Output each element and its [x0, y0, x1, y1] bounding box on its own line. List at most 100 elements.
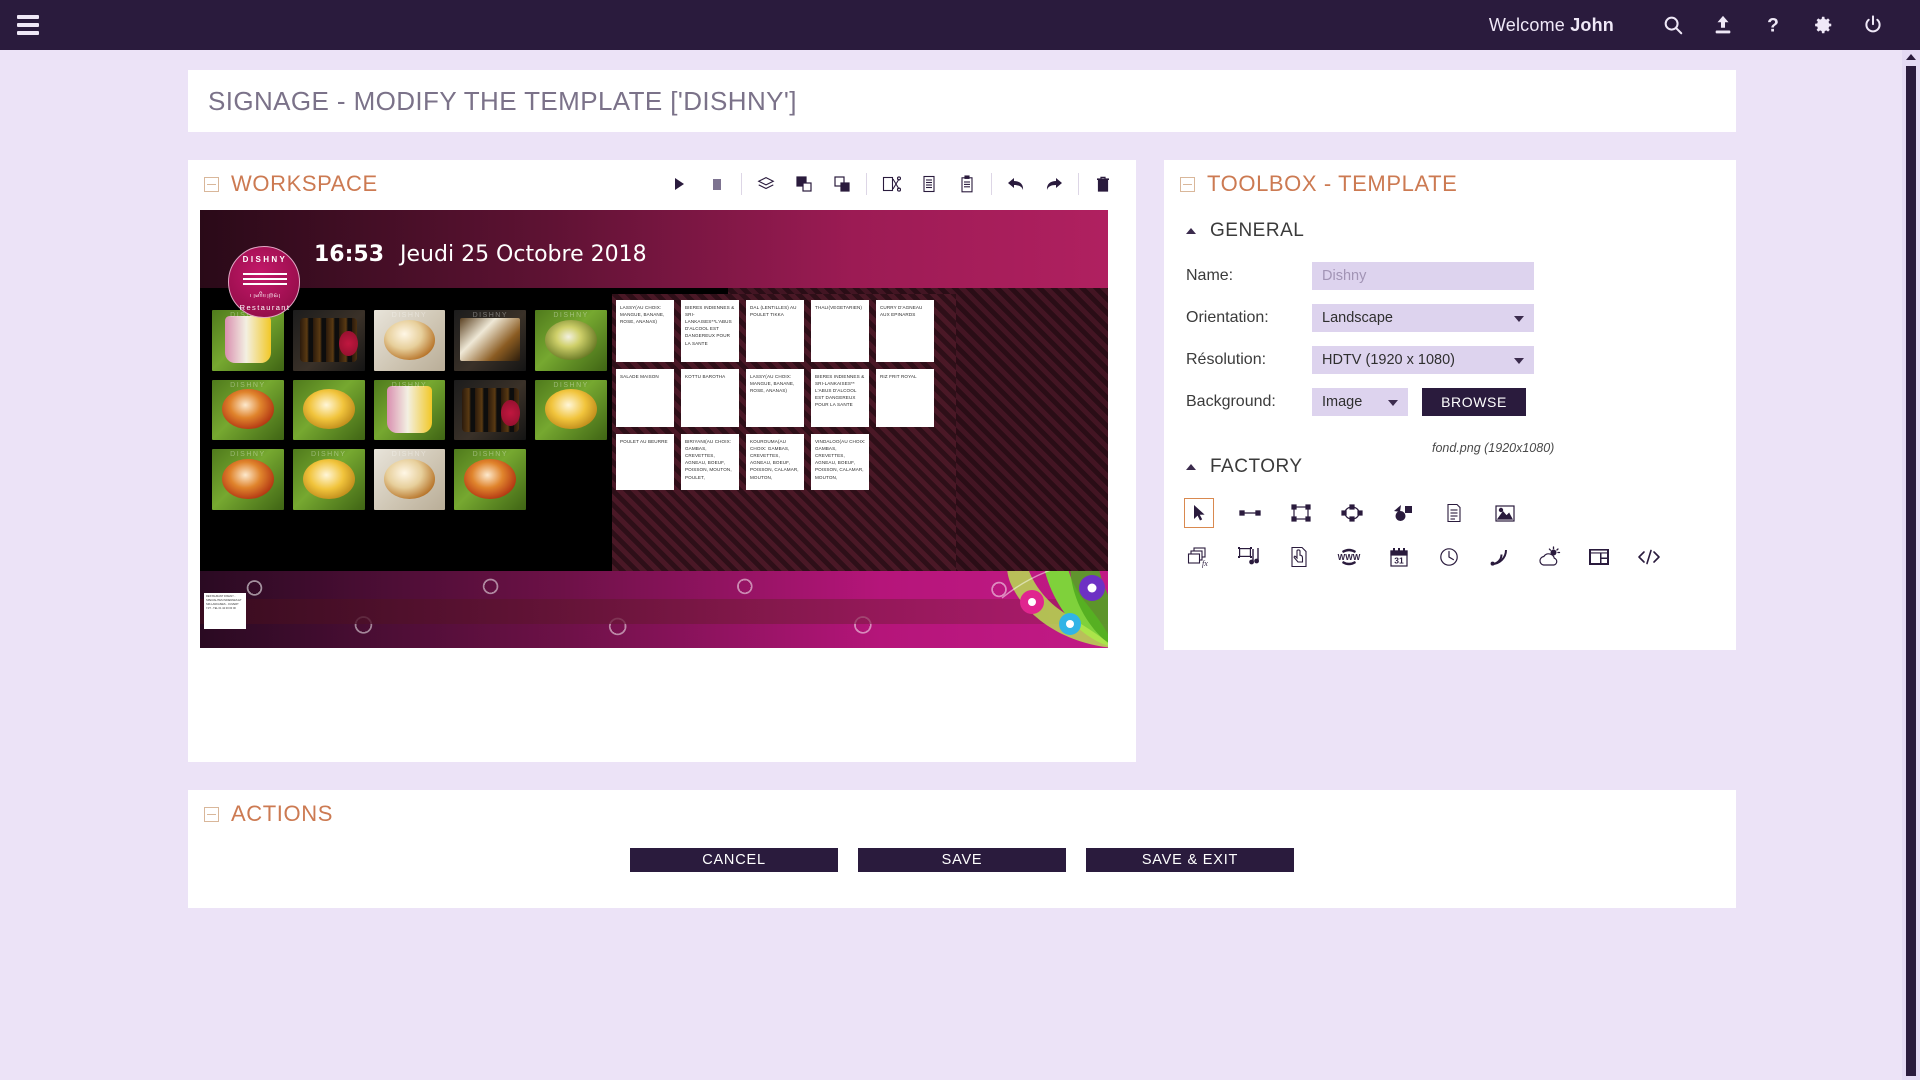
- bring-to-front-button[interactable]: [785, 167, 823, 201]
- collapse-actions-icon[interactable]: [204, 806, 219, 822]
- cut-button[interactable]: [872, 167, 910, 201]
- text-tool-icon[interactable]: [1439, 498, 1469, 528]
- shape-tool-icon[interactable]: [1388, 498, 1418, 528]
- template-name-input[interactable]: [1312, 262, 1534, 290]
- factory-section-header[interactable]: FACTORY: [1164, 450, 1736, 484]
- menu-item-textbox[interactable]: BIERES INDIENNES & SRI-LANKAISES** L'ABU…: [811, 369, 869, 427]
- browse-button[interactable]: BROWSE: [1422, 388, 1526, 416]
- web-www-icon[interactable]: WWW: [1334, 542, 1364, 572]
- menu-item-textbox[interactable]: KOUROUMA(AU CHOIX: GAMBAS, CREVETTES, AG…: [746, 434, 804, 490]
- menu-photo[interactable]: DISHNY: [535, 310, 607, 371]
- menu-photo[interactable]: DISHNY: [454, 310, 527, 371]
- upload-icon[interactable]: [1698, 0, 1748, 50]
- menu-photo[interactable]: DISHNY: [212, 310, 284, 371]
- signage-preview-canvas[interactable]: DISHNY புளியுறவு Restaurant 16:53 Jeudi 2…: [200, 210, 1108, 648]
- background-type-value: Image: [1322, 394, 1363, 410]
- svg-text:?: ?: [1767, 15, 1779, 36]
- weather-icon[interactable]: [1534, 542, 1564, 572]
- scrollbar-thumb[interactable]: [1906, 66, 1916, 1076]
- page-scrollbar[interactable]: [1902, 50, 1920, 1080]
- menu-photo[interactable]: DISHNY: [373, 449, 446, 510]
- undo-button[interactable]: [997, 167, 1035, 201]
- menu-item-textbox[interactable]: VINDALOO(AU CHOIX: GAMBAS, CREVETTES, AG…: [811, 434, 869, 490]
- layers-button[interactable]: [747, 167, 785, 201]
- image-tool-icon[interactable]: [1490, 498, 1520, 528]
- hamburger-menu-icon[interactable]: [0, 0, 56, 50]
- svg-text:fx: fx: [1202, 559, 1208, 568]
- toolbar-divider: [741, 173, 742, 195]
- chevron-up-icon[interactable]: [1186, 464, 1196, 470]
- general-section-header[interactable]: GENERAL: [1164, 214, 1736, 248]
- menu-photo[interactable]: [292, 379, 365, 441]
- touch-zone-icon[interactable]: [1284, 542, 1314, 572]
- scroll-up-arrow[interactable]: [1906, 54, 1916, 60]
- search-icon[interactable]: [1648, 0, 1698, 50]
- photo-subject: [222, 389, 274, 430]
- play-button[interactable]: [660, 167, 698, 201]
- background-row: Background: Image BROWSE: [1164, 388, 1736, 416]
- power-icon[interactable]: [1848, 0, 1898, 50]
- menu-photo[interactable]: DISHNY: [212, 379, 284, 441]
- copy-button[interactable]: [910, 167, 948, 201]
- menu-photo[interactable]: [454, 379, 527, 441]
- save-button[interactable]: SAVE: [858, 848, 1066, 872]
- send-to-back-button[interactable]: [823, 167, 861, 201]
- gear-icon[interactable]: [1798, 0, 1848, 50]
- menu-item-textbox[interactable]: RIZ FRIT ROYAL: [876, 369, 934, 427]
- code-icon[interactable]: [1634, 542, 1664, 572]
- resolution-label: Résolution:: [1186, 351, 1267, 368]
- menu-row: LASSY(AU CHOIX: MANGUE, BANANE, ROSE, AN…: [616, 300, 952, 362]
- paste-button[interactable]: [948, 167, 986, 201]
- resolution-value: HDTV (1920 x 1080): [1322, 352, 1455, 368]
- line-tool-icon[interactable]: [1235, 498, 1265, 528]
- menu-photo[interactable]: [292, 310, 365, 371]
- menu-item-textbox[interactable]: BIERES INDIENNES & SRI-LANKAISES**L'ABUS…: [681, 300, 739, 362]
- page-title: SIGNAGE - MODIFY THE TEMPLATE ['DISHNY']: [208, 85, 797, 116]
- photo-watermark: DISHNY: [391, 381, 428, 389]
- menu-photo[interactable]: DISHNY: [535, 379, 607, 441]
- menu-photo[interactable]: DISHNY: [454, 449, 527, 510]
- stop-button[interactable]: [698, 167, 736, 201]
- background-type-select[interactable]: Image: [1312, 388, 1408, 416]
- slideshow-fx-icon[interactable]: fx: [1184, 542, 1214, 572]
- photo-subject: [545, 389, 597, 430]
- actions-title: ACTIONS: [231, 801, 333, 826]
- menu-item-textbox[interactable]: LASSY(AU CHOIX: MANGUE, BANANE, ROSE, AN…: [746, 369, 804, 427]
- band-note-textbox[interactable]: RESTAURANT DISHNY - SPECIALITES INDIENNE…: [204, 593, 246, 629]
- menu-item-textbox[interactable]: KOTTU BAROTHA: [681, 369, 739, 427]
- cancel-button[interactable]: CANCEL: [630, 848, 838, 872]
- menu-photo[interactable]: DISHNY: [373, 379, 446, 441]
- photo-subject: [386, 385, 433, 434]
- menu-item-textbox[interactable]: DAL (LENTILLES) AU POULET TIKKA: [746, 300, 804, 362]
- rss-icon[interactable]: [1484, 542, 1514, 572]
- media-video-icon[interactable]: [1234, 542, 1264, 572]
- collapse-toolbox-icon[interactable]: [1180, 176, 1195, 192]
- help-icon[interactable]: ?: [1748, 0, 1798, 50]
- chevron-up-icon[interactable]: [1186, 228, 1196, 234]
- rectangle-tool-icon[interactable]: [1286, 498, 1316, 528]
- menu-photo[interactable]: DISHNY: [373, 310, 446, 371]
- calendar-icon[interactable]: 31: [1384, 542, 1414, 572]
- save-exit-button[interactable]: SAVE & EXIT: [1086, 848, 1294, 872]
- clock-icon[interactable]: [1434, 542, 1464, 572]
- canvas-clock-date[interactable]: 16:53 Jeudi 25 Octobre 2018: [314, 242, 647, 267]
- delete-button[interactable]: [1084, 167, 1122, 201]
- ellipse-tool-icon[interactable]: [1337, 498, 1367, 528]
- select-tool-icon[interactable]: [1184, 498, 1214, 528]
- menu-item-textbox[interactable]: BIRIYANI(AU CHOIX: GAMBAS, CREVETTES, AG…: [681, 434, 739, 490]
- toolbox-title: TOOLBOX - TEMPLATE: [1207, 171, 1458, 196]
- widget-icon[interactable]: [1584, 542, 1614, 572]
- menu-item-textbox[interactable]: LASSY(AU CHOIX: MANGUE, BANANE, ROSE, AN…: [616, 300, 674, 362]
- resolution-select[interactable]: HDTV (1920 x 1080): [1312, 346, 1534, 374]
- orientation-select[interactable]: Landscape: [1312, 304, 1534, 332]
- menu-photo[interactable]: DISHNY: [212, 449, 284, 510]
- menu-item-textbox[interactable]: SALADE MAISON: [616, 369, 674, 427]
- menu-item-textbox[interactable]: THALI(VEGETARIEN): [811, 300, 869, 362]
- redo-button[interactable]: [1035, 167, 1073, 201]
- menu-item-textbox[interactable]: POULET AU BEURRE: [616, 434, 674, 490]
- collapse-workspace-icon[interactable]: [204, 176, 219, 192]
- dishny-logo[interactable]: DISHNY புளியுறவு Restaurant: [228, 246, 300, 318]
- menu-photo[interactable]: DISHNY: [292, 449, 365, 510]
- toolbar-divider: [991, 173, 992, 195]
- menu-item-textbox[interactable]: CURRY D'AGNEAU AUX EPINARDS: [876, 300, 934, 362]
